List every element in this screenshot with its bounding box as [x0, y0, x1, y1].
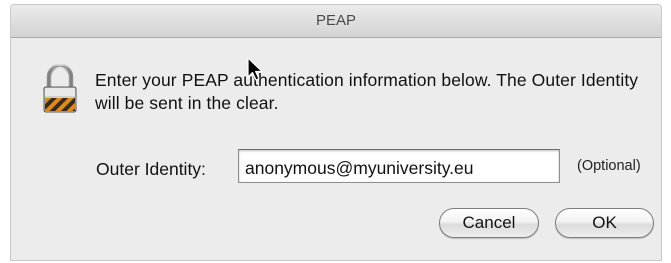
optional-note: (Optional) — [577, 158, 641, 174]
outer-identity-input[interactable] — [238, 149, 560, 183]
info-message: Enter your PEAP authentication informati… — [95, 70, 639, 113]
lock-icon — [42, 62, 78, 114]
ok-button[interactable]: OK — [555, 208, 654, 238]
mouse-cursor-icon — [247, 57, 265, 83]
dialog-title: PEAP — [11, 5, 661, 38]
outer-identity-label: Outer Identity: — [96, 159, 206, 179]
cancel-button[interactable]: Cancel — [439, 208, 539, 238]
peap-dialog: PEAP Enter your PEAP authentication info… — [10, 4, 662, 261]
